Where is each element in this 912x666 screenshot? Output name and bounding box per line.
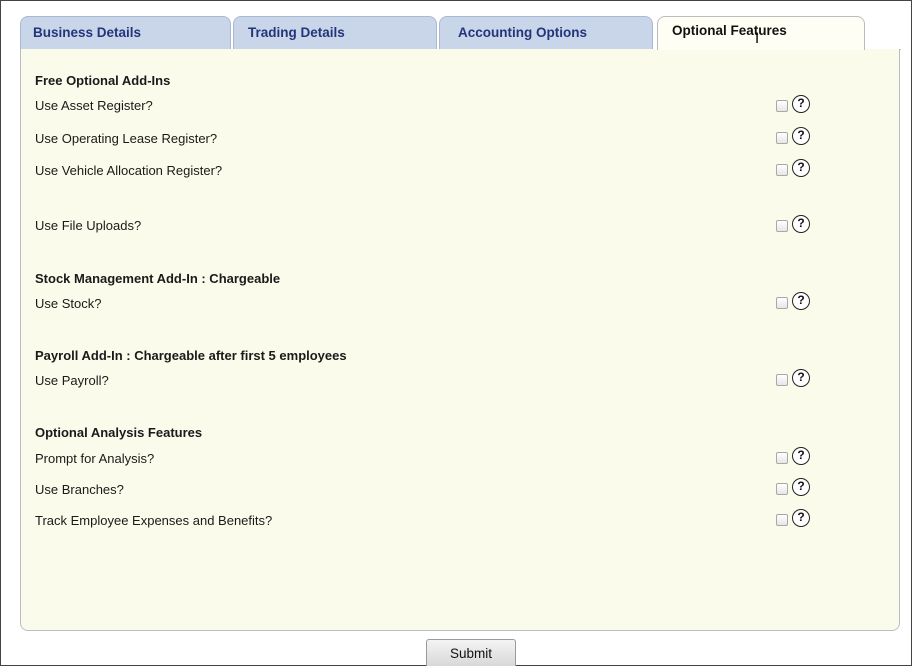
option-control-prompt-for-analysis: ? xyxy=(776,447,816,467)
text-cursor-icon: I xyxy=(755,31,760,47)
section-heading-payroll: Payroll Add-In : Chargeable after first … xyxy=(35,348,347,363)
option-control-payroll: ? xyxy=(776,369,816,389)
option-label-payroll: Use Payroll? xyxy=(35,373,109,388)
option-control-track-employee-expenses: ? xyxy=(776,509,816,529)
option-label-track-employee-expenses: Track Employee Expenses and Benefits? xyxy=(35,513,273,528)
tab-business-details[interactable]: Business Details xyxy=(20,16,231,49)
help-icon[interactable]: ? xyxy=(792,292,810,310)
tab-label: Trading Details xyxy=(248,25,345,40)
help-icon[interactable]: ? xyxy=(792,95,810,113)
option-control-vehicle-allocation-register: ? xyxy=(776,159,816,179)
prompt-for-analysis-checkbox[interactable] xyxy=(776,452,788,464)
option-control-asset-register: ? xyxy=(776,95,816,115)
help-icon[interactable]: ? xyxy=(792,369,810,387)
help-icon[interactable]: ? xyxy=(792,159,810,177)
option-label-file-uploads: Use File Uploads? xyxy=(35,218,142,233)
section-heading-free-addins: Free Optional Add-Ins xyxy=(35,73,171,88)
file-uploads-checkbox[interactable] xyxy=(776,220,788,232)
option-label-vehicle-allocation-register: Use Vehicle Allocation Register? xyxy=(35,163,223,178)
track-employee-expenses-checkbox[interactable] xyxy=(776,514,788,526)
help-icon[interactable]: ? xyxy=(792,215,810,233)
submit-button[interactable]: Submit xyxy=(426,639,516,666)
option-label-use-branches: Use Branches? xyxy=(35,482,124,497)
option-label-asset-register: Use Asset Register? xyxy=(35,98,153,113)
help-icon[interactable]: ? xyxy=(792,447,810,465)
option-label-operating-lease-register: Use Operating Lease Register? xyxy=(35,131,218,146)
help-icon[interactable]: ? xyxy=(792,478,810,496)
help-icon[interactable]: ? xyxy=(792,509,810,527)
vehicle-allocation-register-checkbox[interactable] xyxy=(776,164,788,176)
help-icon[interactable]: ? xyxy=(792,127,810,145)
payroll-checkbox[interactable] xyxy=(776,374,788,386)
section-heading-stock: Stock Management Add-In : Chargeable xyxy=(35,271,281,286)
tab-label: Business Details xyxy=(33,25,142,40)
operating-lease-register-checkbox[interactable] xyxy=(776,132,788,144)
tab-accounting-options[interactable]: Accounting Options xyxy=(439,16,653,49)
option-label-prompt-for-analysis: Prompt for Analysis? xyxy=(35,451,155,466)
option-label-stock: Use Stock? xyxy=(35,296,102,311)
option-control-use-branches: ? xyxy=(776,478,816,498)
stock-checkbox[interactable] xyxy=(776,297,788,309)
asset-register-checkbox[interactable] xyxy=(776,100,788,112)
option-control-operating-lease-register: ? xyxy=(776,127,816,147)
tab-label: Optional Features xyxy=(672,23,787,38)
tab-label: Accounting Options xyxy=(458,25,587,40)
option-control-file-uploads: ? xyxy=(776,215,816,235)
tab-trading-details[interactable]: Trading Details xyxy=(233,16,437,49)
option-control-stock: ? xyxy=(776,292,816,312)
section-heading-analysis: Optional Analysis Features xyxy=(35,425,203,440)
tab-optional-features[interactable]: Optional Features xyxy=(657,16,865,50)
use-branches-checkbox[interactable] xyxy=(776,483,788,495)
